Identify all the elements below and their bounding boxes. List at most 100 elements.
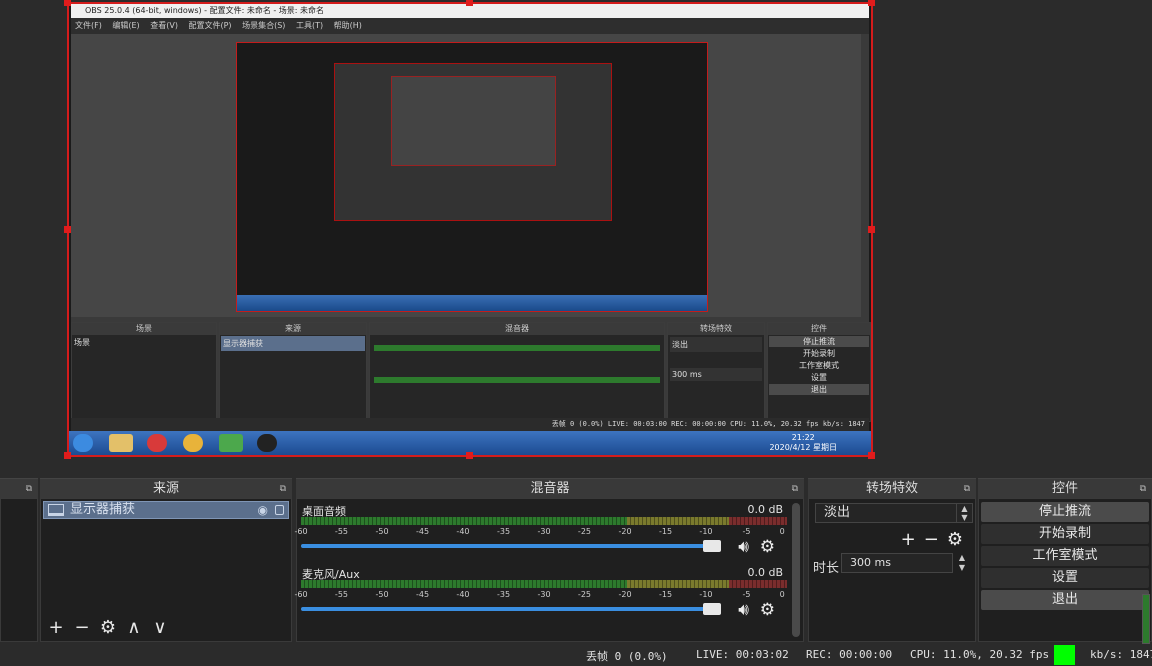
float-icon[interactable]: ⧉ [964,479,970,499]
resize-handle-br[interactable] [868,452,875,459]
gear-icon[interactable]: ⚙ [99,619,117,637]
sources-toolbar: + − ⚙ ∧ ∨ [47,619,169,637]
mixer-channel-desktop: 桌面音频 0.0 dB -60 -55 -50 -45 -40 -35 -30 -25 -20-… [294,503,787,563]
nested-dock-title: 来源 [220,323,366,335]
nested-dock-controls: 控件 停止推流 开始录制 工作室模式 设置 退出 [767,322,871,422]
sources-title: 来源 [152,481,179,496]
speaker-icon[interactable]: 🔊︎ [738,600,749,620]
volume-slider[interactable] [301,603,721,615]
nested-screen [236,42,708,312]
controls-dock-title: 控件 ⧉ [978,478,1152,498]
eye-icon[interactable]: ◉ [258,503,268,517]
arrow-up-icon[interactable]: ∧ [125,619,143,637]
cpu-fps: CPU: 11.0%, 20.32 fps [910,648,1050,661]
nested-statusbar: 丢帧 0 (0.0%) LIVE: 00:03:00 REC: 00:00:00… [71,418,869,431]
scenes-dock: ⧉ [0,478,38,642]
nested-transition-select: 淡出 [670,337,762,352]
connection-status-indicator [1054,645,1075,665]
settings-button[interactable]: 设置 [981,568,1149,588]
meter-ticks: -60 -55 -50 -45 -40 -35 -30 -25 -20 -15 -10 -5 0 [294,527,785,536]
controls-dock: 控件 ⧉ 停止推流 开始录制 工作室模式 设置 退出 [978,478,1152,644]
arrow-down-icon[interactable]: ∨ [151,619,169,637]
mixer-dock-title: 混音器 ⧉ [296,478,804,498]
controls-title: 控件 [1051,481,1078,496]
gear-icon[interactable]: ⚙ [760,600,775,620]
mixer-body: 桌面音频 0.0 dB -60 -55 -50 -45 -40 -35 -30 -25 -20-… [294,498,804,642]
float-icon[interactable]: ⧉ [26,479,32,499]
resize-handle-l[interactable] [64,226,71,233]
exit-button[interactable]: 退出 [981,590,1149,610]
volume-slider-knob[interactable] [703,540,721,552]
dropped-frames: 丢帧 0 (0.0%) [586,650,668,663]
duration-input[interactable]: 300 ms [841,553,953,573]
wechat-icon [219,434,243,452]
minus-icon[interactable]: − [924,529,939,550]
mixer-channel-mic: 麦克风/Aux 0.0 dB -60 -55 -50 -45 -40 -35 -30 -25-… [294,566,787,626]
duration-label: 时长 [813,561,840,576]
nested-control: 停止推流 [769,336,869,347]
mixer-title: 混音器 [530,481,570,496]
speaker-icon[interactable]: 🔊︎ [738,537,749,557]
float-icon[interactable]: ⧉ [1140,479,1146,499]
float-icon[interactable]: ⧉ [792,479,798,499]
studio-mode-button[interactable]: 工作室模式 [981,546,1149,566]
resize-handle-b[interactable] [466,452,473,459]
resize-handle-r[interactable] [868,226,875,233]
explorer-icon [109,434,133,452]
sources-dock-title: 来源 ⧉ [40,478,292,498]
controls-level-meter [1142,594,1150,644]
stop-streaming-button[interactable]: 停止推流 [981,502,1149,522]
float-icon[interactable]: ⧉ [280,479,286,499]
preview-area[interactable]: OBS 25.0.4 (64-bit, windows) - 配置文件: 未命名… [0,0,1152,464]
transitions-body: 淡出 ▲ ▼ + − ⚙ 时长 300 ms ▲ ▼ [808,498,976,642]
preview-canvas[interactable]: OBS 25.0.4 (64-bit, windows) - 配置文件: 未命名… [67,2,873,457]
transitions-dock-title: 转场特效 ⧉ [808,478,976,498]
sources-list[interactable]: 显示器捕获 ◉ + − ⚙ ∧ ∨ [40,498,292,642]
plus-icon[interactable]: + [47,619,65,637]
channel-db: 0.0 dB [747,503,783,516]
clock-time: 21:22 [791,433,815,442]
obs-icon [257,434,277,452]
sources-dock: 来源 ⧉ 显示器捕获 ◉ + − ⚙ ∧ ∨ [40,478,292,642]
gear-icon[interactable]: ⚙ [760,537,775,557]
nested-control: 退出 [769,384,869,395]
meter-ticks: -60 -55 -50 -45 -40 -35 -30 -25 -20 -15 -10 -5 0 [294,590,785,599]
volume-slider[interactable] [301,540,721,552]
monitor-icon [48,504,64,516]
plus-icon[interactable]: + [901,529,916,550]
nested-title: OBS 25.0.4 (64-bit, windows) - 配置文件: 未命名… [71,4,869,18]
resize-handle-tl[interactable] [64,0,71,6]
nested-source-item: 显示器捕获 [221,336,365,351]
lock-icon[interactable] [275,505,284,515]
resize-handle-bl[interactable] [64,452,71,459]
scenes-dock-title: ⧉ [0,478,38,498]
scenes-list[interactable] [0,498,38,642]
nested-obs-window: OBS 25.0.4 (64-bit, windows) - 配置文件: 未命名… [71,4,871,431]
transition-select[interactable]: 淡出 ▲ ▼ [815,503,973,523]
volume-slider-knob[interactable] [703,603,721,615]
duration-stepper[interactable]: ▲ ▼ [955,553,969,573]
transition-select-value: 淡出 [824,505,851,520]
transitions-dock: 转场特效 ⧉ 淡出 ▲ ▼ + − ⚙ 时长 300 ms ▲ ▼ [808,478,976,642]
nested-dock-title: 控件 [768,323,870,335]
nested-screen-inner2 [391,76,556,166]
transitions-title: 转场特效 [865,481,918,496]
nested-dock-transitions: 转场特效 淡出 300 ms [667,322,765,422]
nested-menu: 文件(F) 编辑(E) 查看(V) 配置文件(P) 场景集合(S) 工具(T) … [71,18,869,34]
nested-control: 工作室模式 [799,361,839,370]
gear-icon[interactable]: ⚙ [947,529,963,550]
nested-dock-title: 场景 [72,323,216,335]
nested-dock-mixer: 混音器 [369,322,665,422]
channel-db: 0.0 dB [747,566,783,579]
resize-handle-tr[interactable] [868,0,875,6]
chevron-updown-icon[interactable]: ▲ ▼ [956,504,972,522]
bitrate: kb/s: 1847 [1090,648,1152,661]
nested-screen-taskbar [237,295,707,311]
start-recording-button[interactable]: 开始录制 [981,524,1149,544]
mixer-scrollbar[interactable] [792,503,800,637]
source-item-display-capture[interactable]: 显示器捕获 ◉ [43,501,289,519]
nested-dock-title: 转场特效 [668,323,764,335]
minus-icon[interactable]: − [73,619,91,637]
resize-handle-t[interactable] [466,0,473,6]
nested-dock-sources: 来源 显示器捕获 [219,322,367,422]
